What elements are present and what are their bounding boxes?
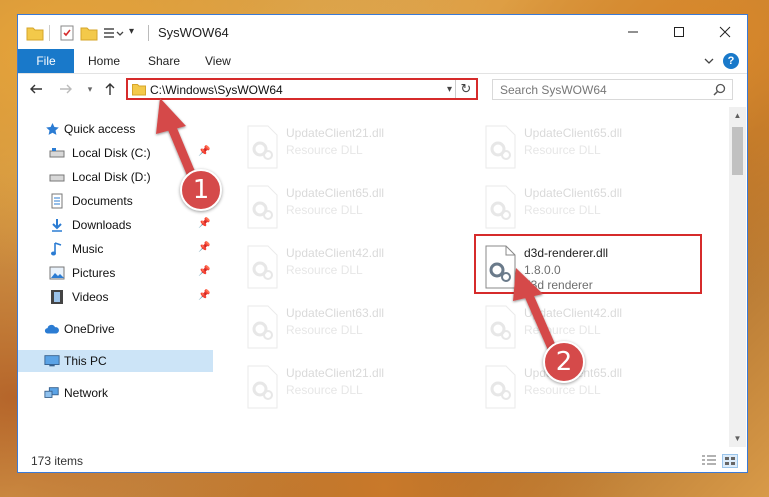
- tab-view[interactable]: View: [205, 49, 231, 73]
- dll-file-icon: [485, 185, 516, 229]
- file-item[interactable]: UpdateClient65.dll Resource DLL: [476, 179, 708, 233]
- recent-locations-icon[interactable]: ▾: [82, 81, 98, 97]
- nav-item-videos[interactable]: Videos 📌: [18, 286, 213, 308]
- chevron-down-icon[interactable]: ▾: [129, 26, 134, 37]
- dll-file-icon: [247, 305, 278, 349]
- file-item[interactable]: UpdateClient21.dll Resource DLL: [238, 359, 470, 413]
- pictures-icon: [49, 265, 65, 281]
- file-item[interactable]: UpdateClient65.dll Resource DLL: [476, 359, 708, 413]
- file-item[interactable]: UpdateClient42.dll Resource DLL: [238, 239, 470, 293]
- file-item[interactable]: UpdateClient63.dll Resource DLL: [238, 299, 470, 353]
- item-count: 173 items: [31, 454, 84, 468]
- tab-share[interactable]: Share: [148, 49, 180, 73]
- address-bar[interactable]: C:\Windows\SysWOW64 ▾ ↻: [126, 78, 478, 100]
- expand-ribbon-icon[interactable]: [703, 55, 715, 69]
- cloud-icon: [44, 321, 60, 337]
- navigation-pane: Quick access Local Disk (C:) 📌 Local Dis…: [18, 107, 214, 447]
- refresh-icon[interactable]: ↻: [455, 80, 476, 98]
- large-icons-view-icon[interactable]: [722, 454, 738, 468]
- file-item[interactable]: UpdateClient42.dll Resource DLL: [476, 299, 708, 353]
- folder-icon: [132, 82, 146, 99]
- nav-item-onedrive[interactable]: OneDrive: [18, 318, 213, 340]
- nav-item-music[interactable]: Music 📌: [18, 238, 213, 260]
- address-path: C:\Windows\SysWOW64: [150, 83, 283, 97]
- file-list: UpdateClient21.dll Resource DLL UpdateCl…: [216, 107, 728, 445]
- tab-home[interactable]: Home: [88, 49, 120, 73]
- folder-icon: [26, 24, 44, 42]
- address-row: ▾ C:\Windows\SysWOW64 ▾ ↻ Search SysWOW6…: [18, 74, 747, 104]
- customize-quick-access-icon[interactable]: [102, 24, 124, 42]
- nav-item-quick-access[interactable]: Quick access: [18, 118, 213, 140]
- window-title: SysWOW64: [158, 25, 229, 40]
- documents-icon: [49, 193, 65, 209]
- drive-icon: [49, 145, 65, 161]
- dll-file-icon: [485, 365, 516, 409]
- pin-icon[interactable]: 📌: [198, 218, 210, 229]
- details-view-icon[interactable]: [701, 454, 717, 468]
- step-badge-1: 1: [180, 169, 222, 211]
- scrollbar-thumb[interactable]: [732, 127, 743, 175]
- search-icon[interactable]: [713, 83, 726, 99]
- nav-item-downloads[interactable]: Downloads 📌: [18, 214, 213, 236]
- nav-item-this-pc[interactable]: This PC: [18, 350, 213, 372]
- star-icon: [44, 121, 60, 137]
- network-icon: [44, 385, 60, 401]
- file-highlight-box: [474, 234, 702, 294]
- new-folder-icon[interactable]: [80, 24, 98, 42]
- monitor-icon: [44, 353, 60, 369]
- minimize-button[interactable]: [610, 15, 656, 49]
- up-icon[interactable]: [102, 81, 118, 97]
- download-icon: [49, 217, 65, 233]
- ribbon: File Home Share View ?: [18, 49, 747, 74]
- back-icon[interactable]: [28, 81, 44, 97]
- nav-item-pictures[interactable]: Pictures 📌: [18, 262, 213, 284]
- close-button[interactable]: [702, 15, 748, 49]
- vertical-scrollbar[interactable]: ▲ ▼: [729, 107, 746, 447]
- dll-file-icon: [247, 125, 278, 169]
- file-explorer-window: ▾ SysWOW64 File Home Share View ? ▾ C:\W…: [17, 14, 748, 473]
- pin-icon[interactable]: 📌: [198, 146, 210, 157]
- chevron-down-icon[interactable]: ▾: [447, 84, 452, 95]
- videos-icon: [49, 289, 65, 305]
- music-icon: [49, 241, 65, 257]
- search-input[interactable]: Search SysWOW64: [492, 79, 733, 100]
- dll-file-icon: [247, 185, 278, 229]
- drive-icon: [49, 169, 65, 185]
- title-bar: ▾ SysWOW64: [18, 15, 747, 49]
- file-item[interactable]: UpdateClient65.dll Resource DLL: [476, 119, 708, 173]
- dll-file-icon: [247, 245, 278, 289]
- pin-icon[interactable]: 📌: [198, 290, 210, 301]
- forward-icon[interactable]: [58, 81, 74, 97]
- search-placeholder: Search SysWOW64: [500, 83, 607, 97]
- dll-file-icon: [247, 365, 278, 409]
- tab-file[interactable]: File: [18, 49, 74, 73]
- step-badge-2: 2: [543, 341, 585, 383]
- maximize-button[interactable]: [656, 15, 702, 49]
- nav-item-local-disk-c[interactable]: Local Disk (C:) 📌: [18, 142, 213, 164]
- status-bar: 173 items: [18, 449, 747, 472]
- dll-file-icon: [485, 125, 516, 169]
- pin-icon[interactable]: 📌: [198, 242, 210, 253]
- scroll-up-icon[interactable]: ▲: [729, 107, 746, 124]
- file-item[interactable]: UpdateClient65.dll Resource DLL: [238, 179, 470, 233]
- nav-item-network[interactable]: Network: [18, 382, 213, 404]
- scroll-down-icon[interactable]: ▼: [729, 430, 746, 447]
- help-icon[interactable]: ?: [723, 53, 739, 69]
- dll-file-icon: [485, 305, 516, 349]
- properties-icon[interactable]: [58, 24, 76, 42]
- pin-icon[interactable]: 📌: [198, 266, 210, 277]
- file-item[interactable]: UpdateClient21.dll Resource DLL: [238, 119, 470, 173]
